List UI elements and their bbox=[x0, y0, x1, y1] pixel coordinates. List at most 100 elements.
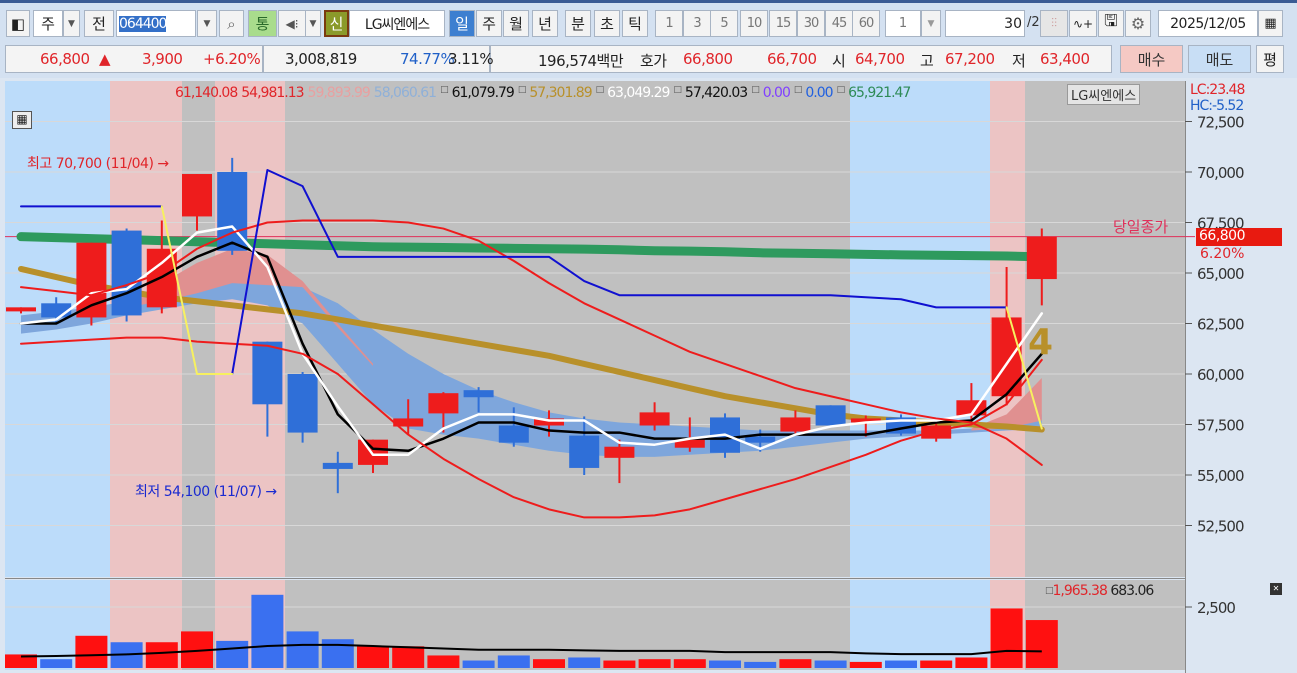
market-dropdown-chevron-icon[interactable]: ▼ bbox=[63, 10, 80, 37]
volume-bar bbox=[321, 639, 354, 668]
price-tick-label: 62,500 bbox=[1197, 316, 1244, 334]
code-dropdown-chevron-icon[interactable]: ▼ bbox=[197, 10, 217, 37]
interval-button[interactable]: 60 bbox=[852, 10, 880, 37]
high-label: 고 bbox=[920, 52, 934, 70]
volume-bar bbox=[568, 657, 601, 668]
period-tab[interactable]: 주 bbox=[476, 10, 502, 37]
open-label: 시 bbox=[832, 52, 846, 70]
legend-value: 63,049.29 bbox=[607, 85, 670, 101]
volume-bar bbox=[673, 659, 706, 668]
candle-body bbox=[428, 393, 459, 414]
eval-button[interactable]: 평 bbox=[1256, 45, 1284, 73]
volume-bar bbox=[920, 660, 953, 668]
volume-bar bbox=[1025, 620, 1058, 668]
count-value: 30 bbox=[1004, 15, 1022, 32]
volume-last-value: 683.06 bbox=[1110, 583, 1154, 599]
low-annotation: 최저 54,100 (11/07) → bbox=[135, 484, 277, 500]
add-indicator-icon[interactable]: ∿+ bbox=[1069, 10, 1097, 37]
period-tab[interactable]: 초 bbox=[594, 10, 620, 37]
prev-button[interactable]: 전 bbox=[84, 10, 114, 37]
new-button-label: 신 bbox=[329, 15, 344, 33]
signal-mark: 4 bbox=[1028, 322, 1054, 363]
search-icon[interactable]: ⌕ bbox=[219, 10, 244, 37]
price-tick-label: 70,000 bbox=[1197, 164, 1244, 182]
legend-value: 65,921.47 bbox=[848, 85, 911, 101]
candle-body bbox=[111, 230, 142, 316]
table-view-icon[interactable]: ▦ bbox=[12, 111, 32, 129]
price-change: 3,900 bbox=[142, 50, 183, 68]
speaker-icon[interactable]: ◀⁝ bbox=[278, 10, 306, 37]
lc-value: LC:23.48 bbox=[1190, 82, 1245, 98]
date-input[interactable]: 2025/12/05 bbox=[1158, 10, 1258, 37]
trade-volume: 3,008,819 bbox=[285, 50, 357, 68]
interval-button[interactable]: 45 bbox=[825, 10, 853, 37]
open-price: 64,700 bbox=[855, 50, 905, 68]
period-tab[interactable]: 년 bbox=[532, 10, 558, 37]
legend-value: 0.00 bbox=[805, 85, 833, 101]
interval-button[interactable]: 3 bbox=[683, 10, 711, 37]
legend-value: 57,301.89 bbox=[529, 85, 592, 101]
panel-toggle-icon[interactable]: ◧ bbox=[6, 10, 30, 37]
candle-body bbox=[182, 174, 212, 217]
volume-bar bbox=[955, 657, 988, 668]
buy-button[interactable]: 매수 bbox=[1120, 45, 1183, 73]
candle-body bbox=[322, 462, 353, 469]
count-input[interactable]: 30 bbox=[945, 10, 1025, 37]
legend-square-icon: □ bbox=[1045, 586, 1053, 596]
legend-stock-button[interactable]: LG씨엔에스 bbox=[1067, 84, 1141, 105]
multiplier-select[interactable]: 1 bbox=[885, 10, 921, 37]
period-tab[interactable]: 틱 bbox=[622, 10, 648, 37]
candle-body bbox=[498, 425, 529, 443]
new-button[interactable]: 신 bbox=[324, 10, 349, 37]
volume-background-band bbox=[850, 580, 990, 670]
volume-bar bbox=[990, 608, 1023, 668]
market-select-value: 주 bbox=[41, 15, 55, 33]
period-tab[interactable]: 일 bbox=[449, 10, 475, 37]
stock-name-field[interactable]: LG씨엔에스 bbox=[349, 10, 445, 37]
volume-bar bbox=[75, 635, 108, 668]
high-price: 67,200 bbox=[945, 50, 995, 68]
tong-button-label: 통 bbox=[255, 15, 270, 33]
legend-square-icon: □ bbox=[793, 85, 802, 95]
candle-body bbox=[921, 425, 952, 439]
legend-value: 0.00 bbox=[762, 85, 791, 101]
sell-button[interactable]: 매도 bbox=[1188, 45, 1251, 73]
interval-button[interactable]: 30 bbox=[797, 10, 825, 37]
legend-square-icon: □ bbox=[751, 85, 759, 95]
legend-value: 58,060.61 bbox=[373, 85, 437, 101]
save-icon[interactable]: 🖫 bbox=[1098, 10, 1124, 37]
legend-value: 61,079.79 bbox=[451, 85, 515, 101]
background-band bbox=[850, 81, 990, 577]
volume-bar bbox=[251, 594, 284, 668]
turnover-rate: 3.11% bbox=[448, 50, 494, 68]
period-tab[interactable]: 분 bbox=[565, 10, 591, 37]
interval-button[interactable]: 15 bbox=[769, 10, 797, 37]
legend-square-icon: □ bbox=[673, 85, 681, 95]
interval-button[interactable]: 1 bbox=[655, 10, 683, 37]
tong-button[interactable]: 통 bbox=[248, 10, 277, 37]
interval-button[interactable]: 10 bbox=[740, 10, 768, 37]
interval-button[interactable]: 5 bbox=[710, 10, 738, 37]
stock-code-input[interactable]: 064400 bbox=[116, 10, 196, 37]
candle-body bbox=[780, 417, 811, 432]
close-pane-icon[interactable]: ✕ bbox=[1270, 583, 1282, 595]
legend-value: 59,893.99 bbox=[307, 85, 371, 101]
volume-legend: □1,965.38 683.06 bbox=[1045, 583, 1154, 599]
market-select[interactable]: 주 bbox=[33, 10, 63, 37]
candle-body bbox=[287, 374, 318, 433]
volume-bar bbox=[145, 642, 178, 668]
calendar-icon[interactable]: ▦ bbox=[1258, 10, 1283, 37]
ask-price: 66,800 bbox=[683, 50, 733, 68]
speaker-dropdown-chevron-icon[interactable]: ▼ bbox=[305, 10, 321, 37]
prev-button-label: 전 bbox=[92, 15, 106, 33]
candle-type-icon[interactable]: ⫶⫶ bbox=[1040, 10, 1068, 37]
buy-button-label: 매수 bbox=[1137, 50, 1166, 69]
up-arrow-icon: ▲ bbox=[99, 50, 111, 68]
multiplier-dropdown-chevron-icon[interactable]: ▼ bbox=[921, 10, 941, 37]
price-tick-label: 57,500 bbox=[1197, 417, 1244, 435]
period-tab[interactable]: 월 bbox=[503, 10, 529, 37]
candle-body bbox=[639, 412, 670, 426]
candle-body bbox=[6, 307, 36, 312]
stock-name-value: LG씨엔에스 bbox=[364, 16, 430, 33]
gear-icon[interactable]: ⚙ bbox=[1125, 10, 1151, 37]
